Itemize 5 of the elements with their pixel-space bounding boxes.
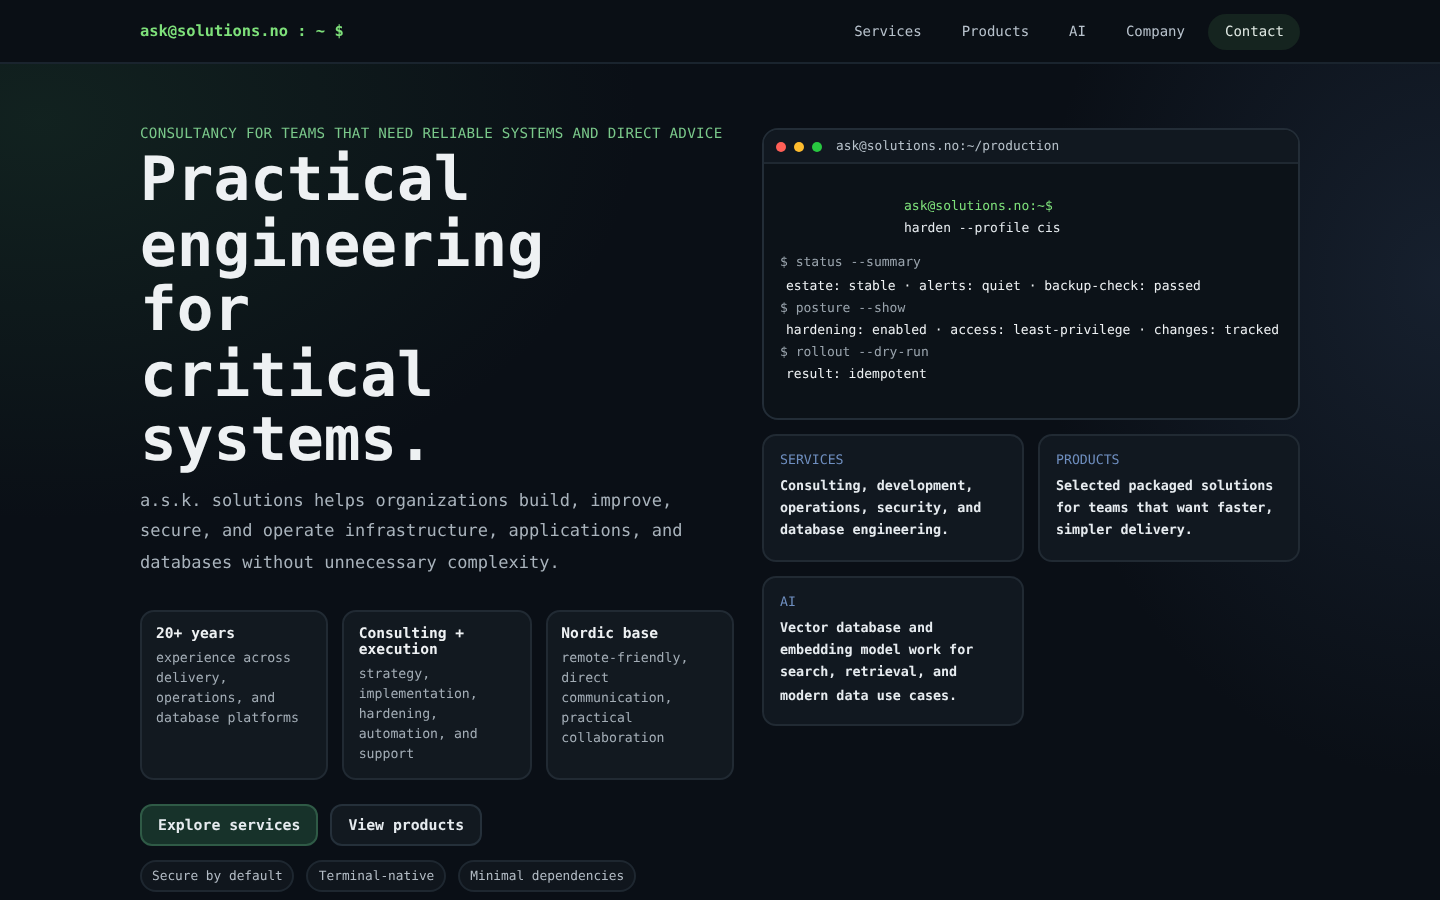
window-dot-icon [794, 141, 804, 151]
intro-text: a.s.k. solutions helps organizations build, improve, secure, and operate infrastructure, applications, and databases without unnecessary complexity. [140, 489, 685, 577]
window-dot-icon [812, 141, 822, 151]
window-dot-icon [776, 141, 786, 151]
hero-heading: Practical engineering for critical systems. [140, 150, 546, 475]
